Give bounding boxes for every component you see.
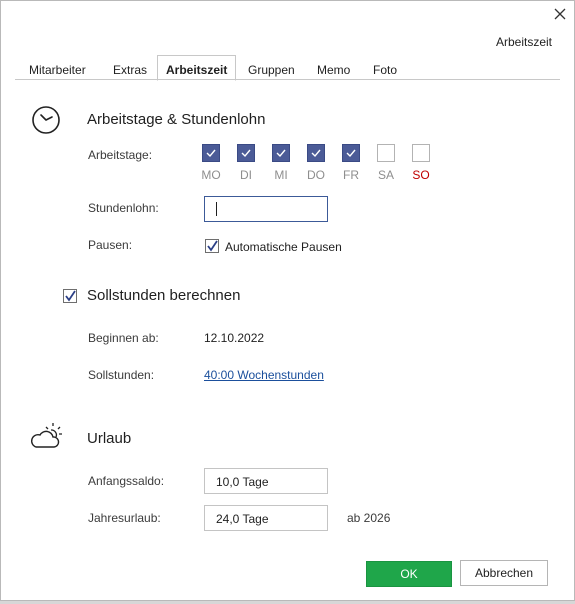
day-checkbox-mi[interactable] (272, 144, 290, 162)
jahresurlaub-input[interactable]: 24,0 Tage (204, 505, 328, 531)
day-label-mo: MO (201, 168, 221, 182)
text-caret (216, 202, 217, 216)
ok-button[interactable]: OK (366, 561, 452, 587)
tab-arbeitszeit[interactable]: Arbeitszeit (157, 55, 237, 81)
day-label-so: SO (412, 168, 430, 182)
tab-divider (15, 79, 560, 80)
check-icon (311, 149, 321, 158)
day-checkbox-sa[interactable] (377, 144, 395, 162)
day-checkbox-di[interactable] (237, 144, 255, 162)
section-title-arbeitstage: Arbeitstage & Stundenlohn (87, 111, 266, 128)
anfangssaldo-input[interactable]: 10,0 Tage (204, 468, 328, 494)
section-title-urlaub: Urlaub (87, 430, 132, 447)
tab-mitarbeiter[interactable]: Mitarbeiter (29, 63, 86, 77)
day-label-do: DO (307, 168, 325, 182)
pausen-label: Pausen: (88, 238, 133, 252)
dialog-window: Arbeitszeit Mitarbeiter Extras Arbeitsze… (0, 0, 575, 601)
cancel-button[interactable]: Abbrechen (460, 560, 548, 586)
day-checkbox-mo[interactable] (202, 144, 220, 162)
check-icon (241, 149, 251, 158)
tab-memo[interactable]: Memo (317, 63, 350, 77)
day-label-sa: SA (377, 168, 394, 182)
weather-icon (30, 423, 62, 448)
sollstunden-link[interactable]: 40:00 Wochenstunden (204, 368, 324, 382)
day-checkbox-so[interactable] (412, 144, 430, 162)
anfangssaldo-label: Anfangssaldo: (88, 474, 165, 488)
day-checkbox-fr[interactable] (342, 144, 360, 162)
stundenlohn-input[interactable] (204, 196, 328, 222)
check-icon (346, 149, 356, 158)
sollstunden-checkbox[interactable] (63, 289, 77, 303)
jahresurlaub-label: Jahresurlaub: (88, 511, 161, 525)
header-title: Arbeitszeit (495, 35, 552, 49)
auto-pausen-checkbox[interactable] (205, 239, 219, 253)
section-title-sollstunden: Sollstunden berechnen (87, 287, 241, 304)
close-button[interactable] (545, 1, 575, 27)
close-icon (554, 8, 566, 20)
beginnen-label: Beginnen ab: (88, 331, 159, 345)
day-label-mi: MI (274, 168, 288, 182)
sollstunden-label: Sollstunden: (88, 368, 155, 382)
tab-extras[interactable]: Extras (113, 63, 147, 77)
day-label-fr: FR (343, 168, 359, 182)
check-icon (276, 149, 286, 158)
tab-bar: Mitarbeiter Extras Arbeitszeit Gruppen M… (1, 55, 574, 81)
auto-pausen-label: Automatische Pausen (225, 240, 342, 254)
beginnen-value[interactable]: 12.10.2022 (204, 331, 264, 345)
arbeitstage-label: Arbeitstage: (88, 148, 153, 162)
tab-foto[interactable]: Foto (373, 63, 397, 77)
check-icon (207, 240, 218, 252)
ab-year-label: ab 2026 (347, 511, 391, 525)
day-checkbox-do[interactable] (307, 144, 325, 162)
check-icon (206, 149, 216, 158)
tab-gruppen[interactable]: Gruppen (248, 63, 295, 77)
clock-icon (32, 106, 60, 134)
check-icon (65, 290, 76, 302)
day-label-di: DI (240, 168, 252, 182)
stundenlohn-label: Stundenlohn: (88, 201, 159, 215)
